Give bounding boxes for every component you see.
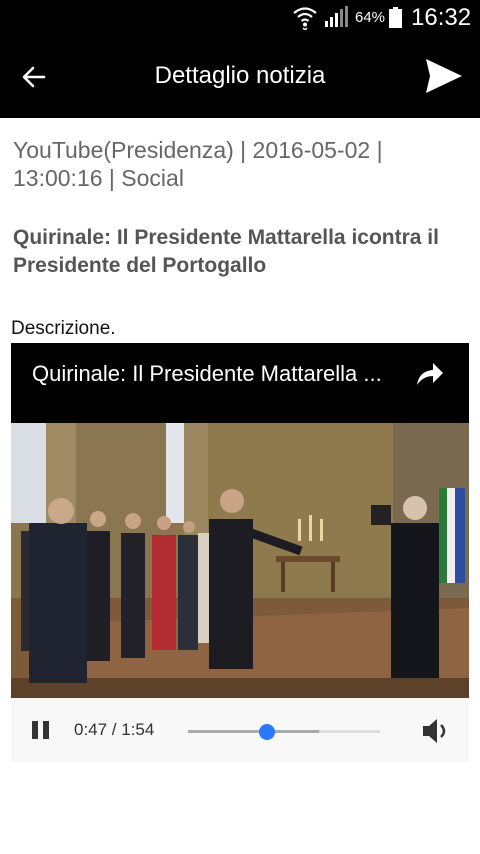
seek-thumb[interactable] xyxy=(259,724,276,740)
share-arrow-icon[interactable] xyxy=(415,361,445,387)
clock: 16:32 xyxy=(411,4,472,31)
wifi-icon xyxy=(293,7,317,30)
app-bar: Dettaglio notizia xyxy=(0,36,480,118)
send-button[interactable] xyxy=(420,54,468,98)
signal-icon xyxy=(325,6,348,27)
battery-percent: 64% xyxy=(355,9,386,26)
page-title: Dettaglio notizia xyxy=(154,62,326,89)
time-display: 0:47 / 1:54 xyxy=(74,720,155,739)
volume-icon[interactable] xyxy=(421,717,451,745)
send-icon xyxy=(426,59,462,93)
status-bar: 64% 16:32 xyxy=(0,0,480,36)
seek-buffered xyxy=(188,730,319,733)
article-headline: Quirinale: Il Presidente Mattarella icon… xyxy=(13,226,439,277)
video-player[interactable]: Quirinale: Il Presidente Mattarella ... xyxy=(11,343,469,698)
video-controls: 0:47 / 1:54 xyxy=(11,698,469,762)
battery-icon xyxy=(389,7,402,28)
seek-bar[interactable] xyxy=(188,724,380,740)
video-frame[interactable] xyxy=(11,423,469,698)
description-label: Descrizione. xyxy=(11,318,116,339)
video-title[interactable]: Quirinale: Il Presidente Mattarella ... xyxy=(32,361,382,387)
article-meta: YouTube(Presidenza) | 2016-05-02 | 13:00… xyxy=(13,137,383,191)
pause-icon[interactable] xyxy=(29,718,53,742)
